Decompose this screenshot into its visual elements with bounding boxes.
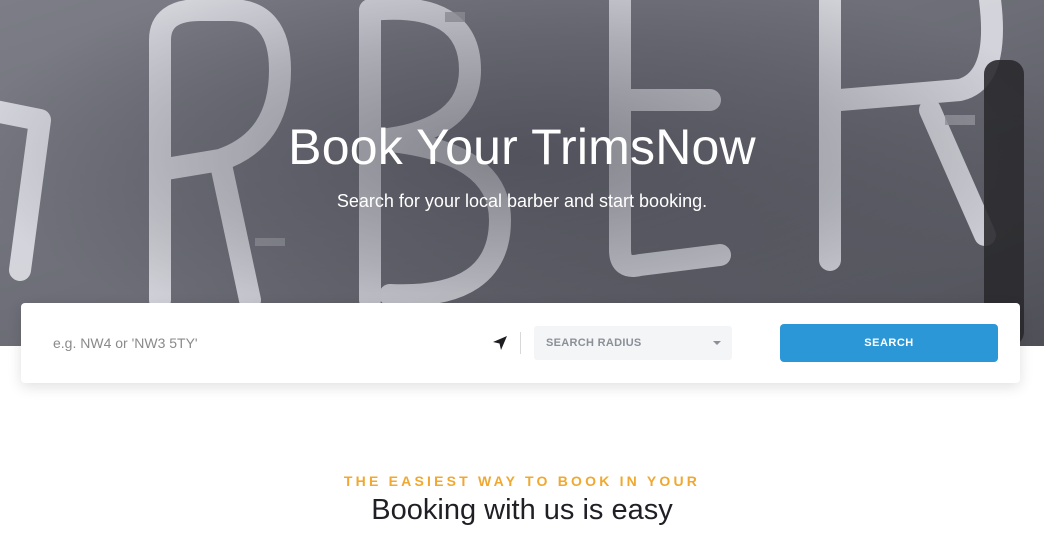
section-eyebrow: THE EASIEST WAY TO BOOK IN YOUR (343, 473, 701, 489)
use-current-location-button[interactable] (488, 331, 512, 355)
caret-down-icon (713, 341, 721, 345)
hero-subtitle: Search for your local barber and start b… (336, 191, 708, 211)
search-button[interactable]: SEARCH (780, 324, 998, 362)
section-title: Booking with us is easy (371, 494, 673, 526)
postcode-search-input[interactable] (41, 325, 501, 361)
hero-title: Book Your TrimsNow (288, 119, 756, 175)
search-radius-dropdown[interactable]: SEARCH RADIUS (534, 326, 732, 360)
navigation-arrow-icon (493, 336, 507, 350)
search-radius-label: SEARCH RADIUS (546, 337, 642, 349)
field-divider (520, 332, 521, 354)
search-bar: SEARCH RADIUS SEARCH (21, 303, 1020, 383)
hero-banner: Book Your TrimsNow Search for your local… (0, 0, 1044, 346)
